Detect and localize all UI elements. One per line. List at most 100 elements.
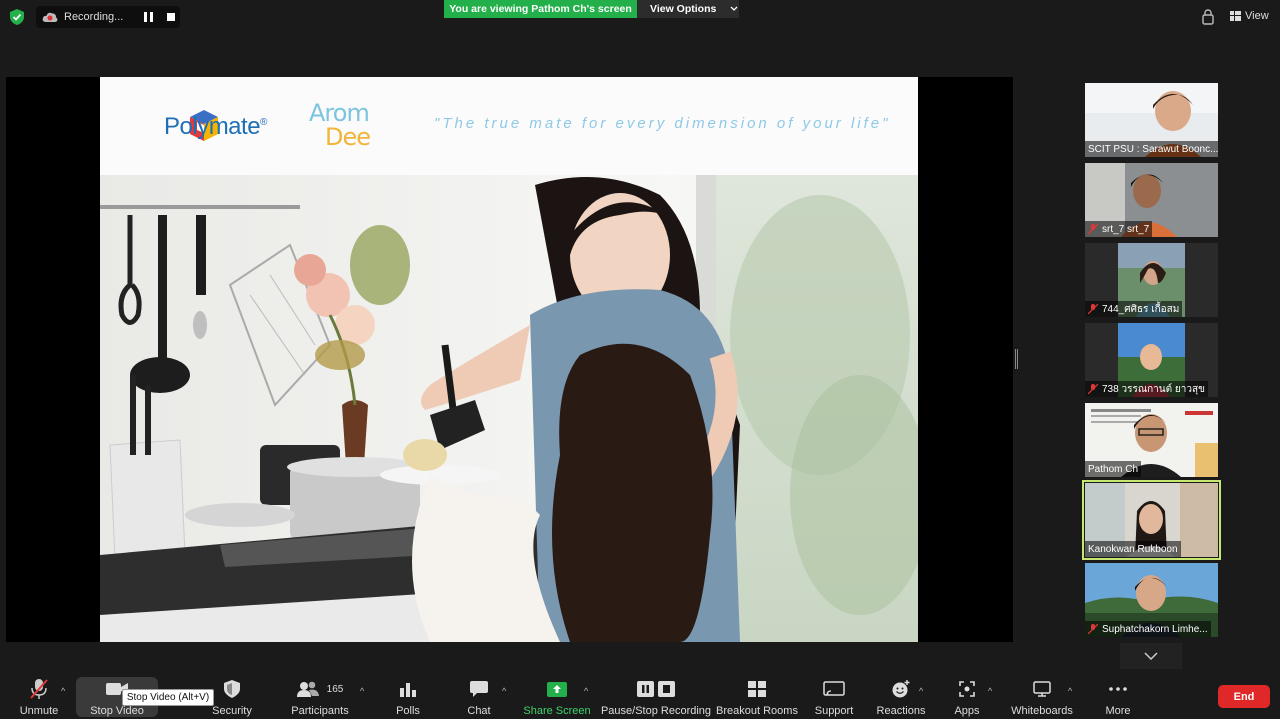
view-button[interactable]: View <box>1230 7 1276 25</box>
participant-name: srt_7 srt_7 <box>1102 223 1150 235</box>
breakout-rooms-button[interactable]: Breakout Rooms <box>716 672 798 719</box>
share-screen-button[interactable]: Share Screen <box>523 672 591 719</box>
view-label: View <box>1245 10 1269 22</box>
participant-tile-active-speaker[interactable]: Kanokwan Rukboon <box>1082 480 1221 560</box>
participant-name-label: 738 วรรณกานต์ ยาวสุข <box>1085 381 1208 397</box>
whiteboard-icon <box>1033 681 1051 697</box>
registered-mark: ® <box>260 117 267 128</box>
chevron-down-icon <box>1144 652 1158 660</box>
pause-stop-recording-button[interactable]: Pause/Stop Recording <box>600 672 712 719</box>
more-dots-icon <box>1109 687 1127 691</box>
view-options-label: View Options <box>650 3 717 15</box>
pause-icon <box>637 681 654 697</box>
participants-button[interactable]: 165 Participants <box>288 672 352 719</box>
chat-button[interactable]: Chat <box>462 672 496 719</box>
participants-count: 165 <box>326 683 344 695</box>
pause-stop-recording-label: Pause/Stop Recording <box>600 705 712 717</box>
support-label: Support <box>814 705 854 717</box>
stop-recording-icon[interactable] <box>167 13 175 21</box>
apps-options-caret[interactable]: ^ <box>988 686 992 696</box>
shield-icon[interactable] <box>10 9 24 25</box>
participants-options-caret[interactable]: ^ <box>360 686 364 696</box>
reactions-smiley-icon <box>892 680 910 698</box>
aromdee-logo: Arom Dee <box>305 99 390 155</box>
chat-bubble-icon <box>470 680 488 697</box>
audio-options-caret[interactable]: ^ <box>61 686 65 696</box>
apps-button[interactable]: Apps <box>950 672 984 719</box>
security-shield-icon <box>224 680 240 698</box>
participant-name-label: SCIT PSU : Sarawut Boonc... <box>1085 141 1218 157</box>
participants-icon <box>296 681 319 697</box>
whiteboards-label: Whiteboards <box>1011 705 1073 717</box>
panel-resize-handle[interactable] <box>1015 349 1018 369</box>
polls-chart-icon <box>400 683 416 697</box>
security-label: Security <box>212 705 252 717</box>
apps-icon <box>959 681 975 697</box>
slide-tagline: "The true mate for every dimension of yo… <box>434 115 891 132</box>
support-cast-icon <box>823 681 845 696</box>
whiteboards-options-caret[interactable]: ^ <box>1068 686 1072 696</box>
share-screen-label: Share Screen <box>523 705 591 717</box>
more-label: More <box>1105 705 1131 717</box>
participants-label: Participants <box>291 705 349 717</box>
participant-name-label: Pathom Ch <box>1085 461 1142 477</box>
breakout-rooms-label: Breakout Rooms <box>716 705 798 717</box>
stop-icon <box>658 681 675 697</box>
more-button[interactable]: More <box>1100 672 1136 719</box>
participant-name-label: 744_ศศิธร เกื้อสม <box>1085 301 1183 317</box>
brand-name: Polymate <box>164 113 261 140</box>
aromdee-line2: Dee <box>325 123 371 151</box>
more-participants-button[interactable] <box>1120 643 1182 669</box>
participant-name: Suphatchakorn Limhe... <box>1102 623 1208 635</box>
chat-options-caret[interactable]: ^ <box>502 686 506 696</box>
participant-name: SCIT PSU : Sarawut Boonc... <box>1088 143 1218 155</box>
viewing-screen-banner: You are viewing Pathom Ch's screen <box>444 0 637 18</box>
participant-name-label: Suphatchakorn Limhe... <box>1085 621 1211 637</box>
participant-tile[interactable]: SCIT PSU : Sarawut Boonc... <box>1085 83 1218 157</box>
polls-button[interactable]: Polls <box>390 672 426 719</box>
apps-label: Apps <box>954 705 980 717</box>
share-options-caret[interactable]: ^ <box>584 686 588 696</box>
pause-recording-icon[interactable] <box>144 12 153 22</box>
chat-label: Chat <box>467 705 491 717</box>
reactions-label: Reactions <box>876 705 926 717</box>
security-button[interactable]: Security <box>206 672 258 719</box>
recording-indicator: Recording... <box>36 6 180 28</box>
breakout-rooms-icon <box>748 681 766 697</box>
muted-mic-icon <box>1088 304 1098 314</box>
participant-name: Pathom Ch <box>1088 463 1139 475</box>
stop-video-label: Stop Video <box>90 705 144 717</box>
presentation-slide: Polymate® Arom Dee "The true mate for ev… <box>100 77 918 642</box>
reactions-options-caret[interactable]: ^ <box>919 686 923 696</box>
muted-microphone-icon <box>30 679 48 699</box>
participant-name-label: srt_7 srt_7 <box>1085 221 1153 237</box>
whiteboards-button[interactable]: Whiteboards <box>1010 672 1074 719</box>
immersive-view-icon[interactable] <box>1200 9 1216 25</box>
participant-tile[interactable]: Pathom Ch <box>1085 403 1218 477</box>
participant-tile[interactable]: 738 วรรณกานต์ ยาวสุข <box>1085 323 1218 397</box>
unmute-button[interactable]: Unmute <box>14 672 64 719</box>
participant-name: 744_ศศิธร เกื้อสม <box>1102 303 1180 315</box>
chevron-down-icon <box>730 6 738 11</box>
stop-video-tooltip: Stop Video (Alt+V) <box>122 689 214 706</box>
participant-tile[interactable]: 744_ศศิธร เกื้อสม <box>1085 243 1218 317</box>
participant-name: 738 วรรณกานต์ ยาวสุข <box>1102 383 1205 395</box>
participant-name: Kanokwan Rukboon <box>1088 543 1178 555</box>
participant-name-label: Kanokwan Rukboon <box>1085 541 1181 557</box>
polls-label: Polls <box>396 705 420 717</box>
participant-tile[interactable]: srt_7 srt_7 <box>1085 163 1218 237</box>
unmute-label: Unmute <box>19 705 59 717</box>
support-button[interactable]: Support <box>812 672 856 719</box>
slide-header: Polymate® Arom Dee "The true mate for ev… <box>100 77 918 175</box>
top-bar: Recording... You are viewing Pathom Ch's… <box>0 0 1280 34</box>
kitchen-photo <box>100 175 918 642</box>
cloud-record-icon <box>42 12 58 22</box>
end-meeting-button[interactable]: End <box>1218 685 1270 708</box>
grid-view-icon <box>1230 11 1241 21</box>
muted-mic-icon <box>1088 624 1098 634</box>
participant-tile[interactable]: Suphatchakorn Limhe... <box>1085 563 1218 637</box>
polymate-wordmark: Polymate® <box>164 113 267 141</box>
recording-label: Recording... <box>64 11 124 23</box>
view-options-button[interactable]: View Options <box>637 0 739 18</box>
muted-mic-icon <box>1088 224 1098 234</box>
